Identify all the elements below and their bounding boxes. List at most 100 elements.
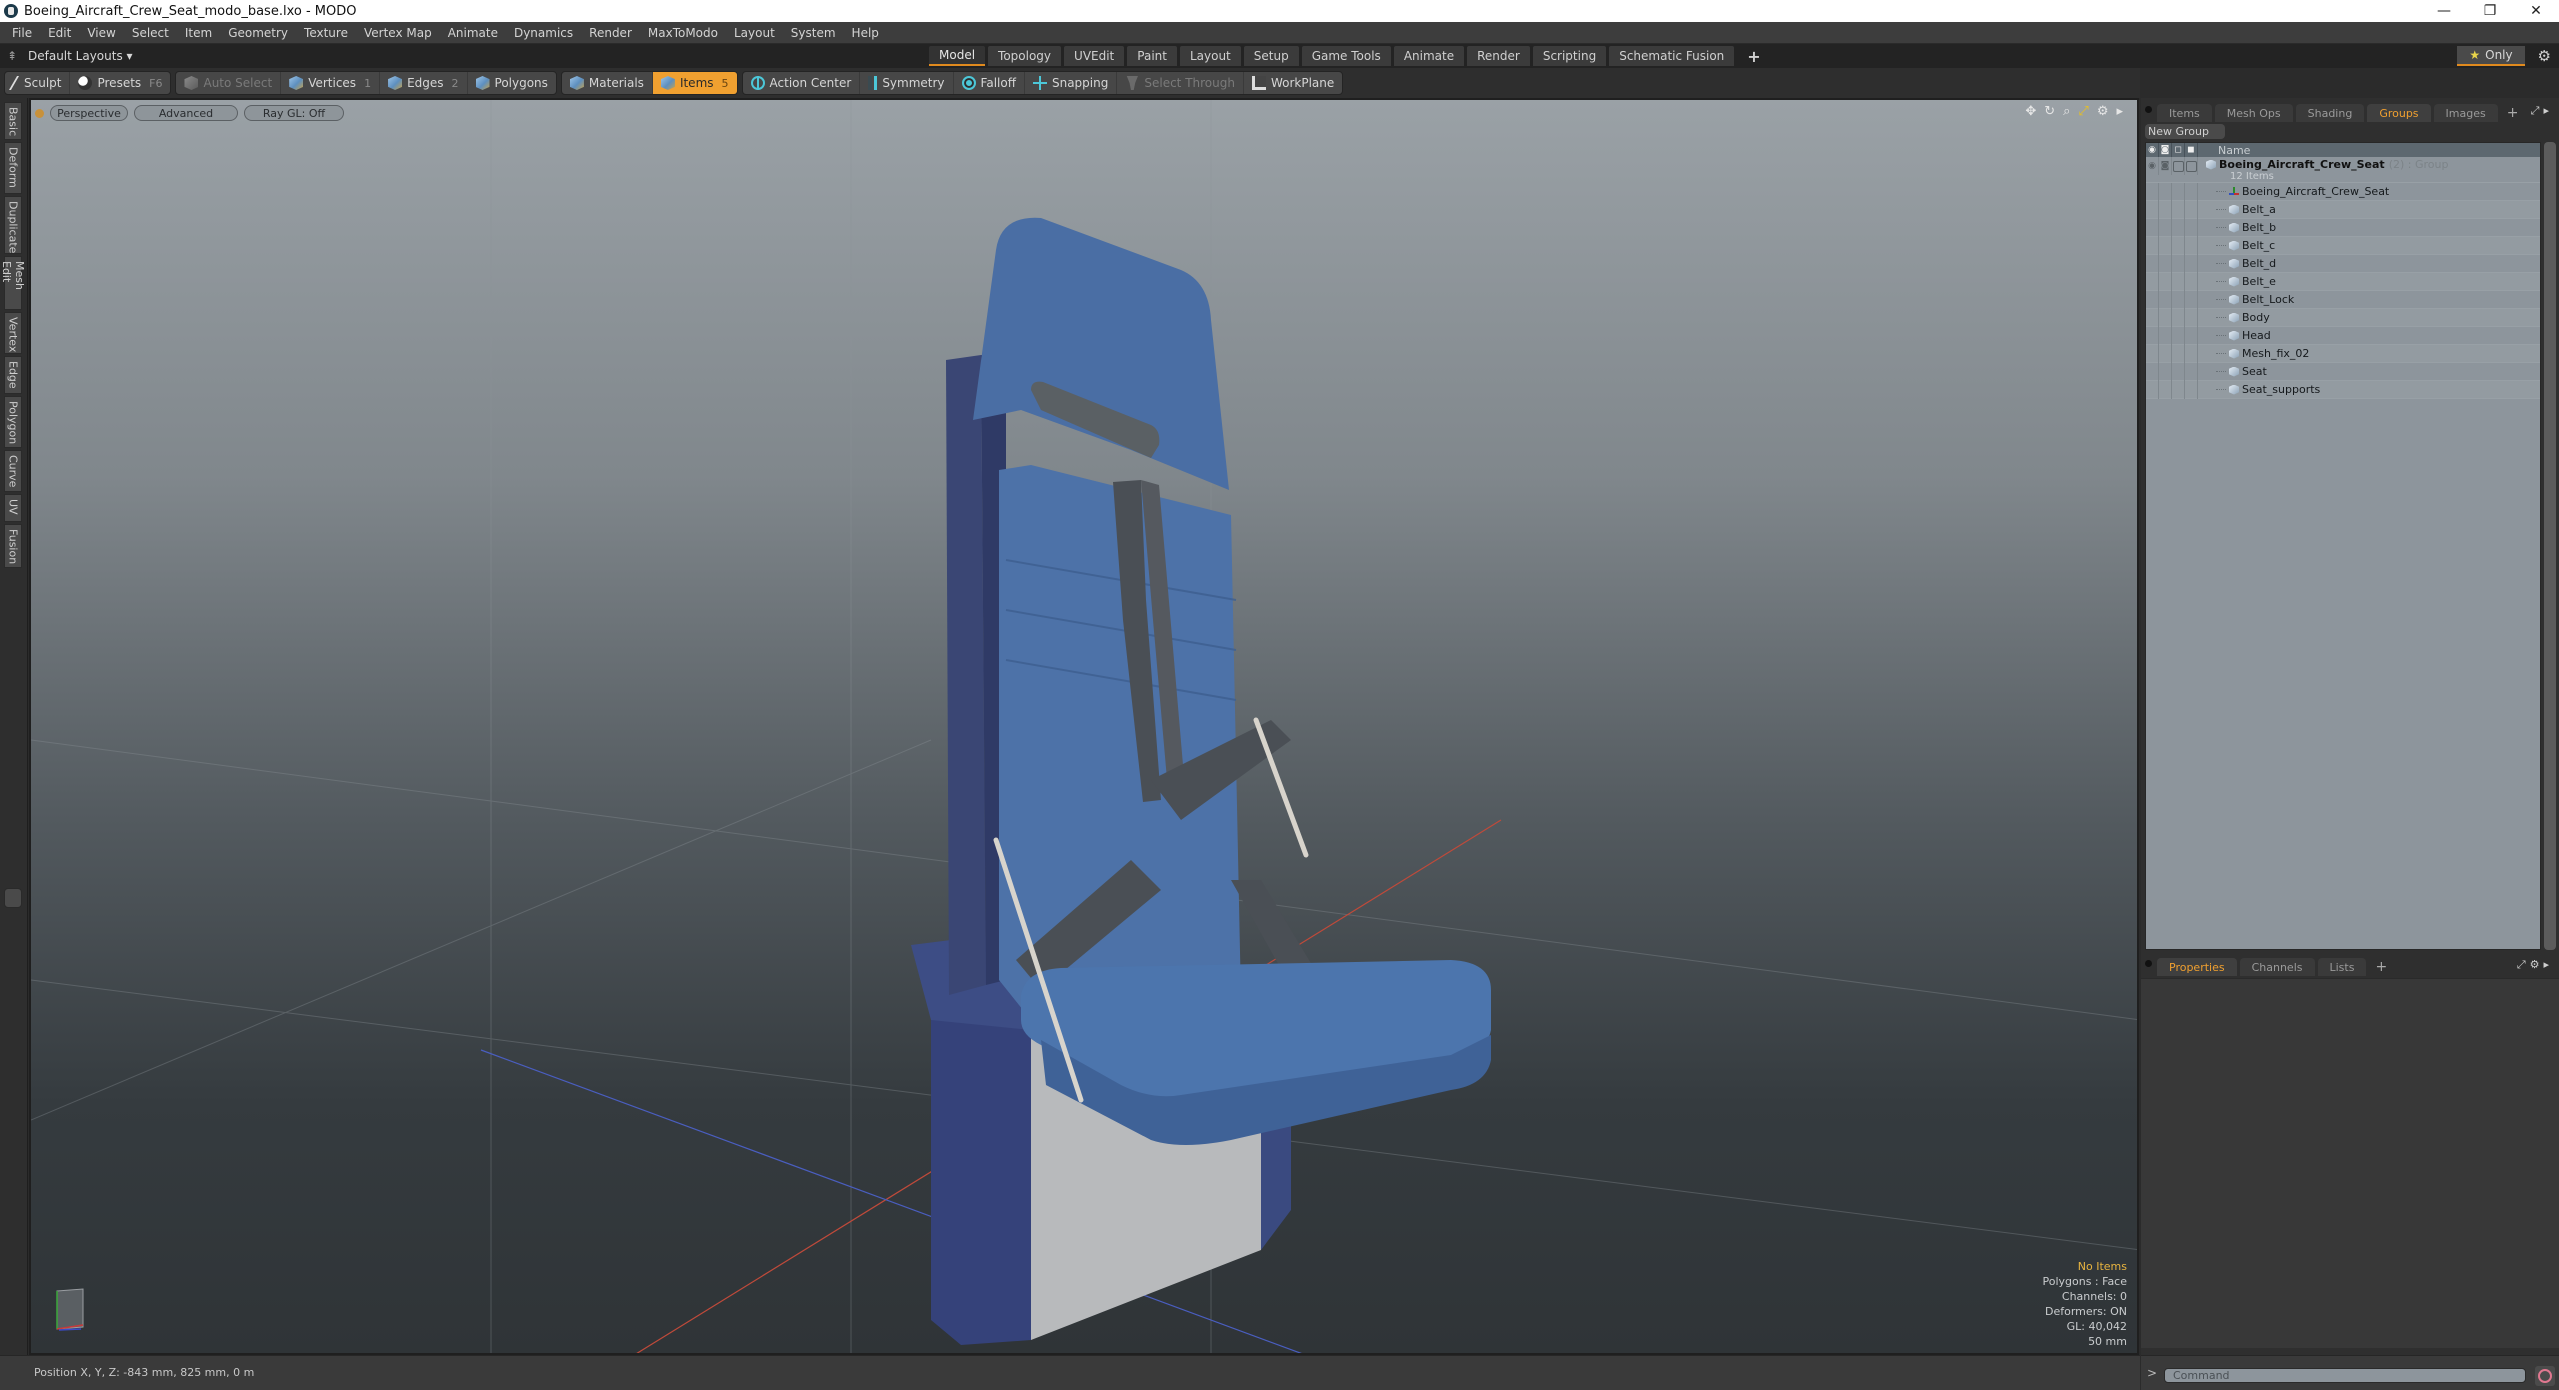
menu-vertex-map[interactable]: Vertex Map — [356, 26, 440, 40]
menu-render[interactable]: Render — [581, 26, 640, 40]
view-mode-dropdown[interactable]: Perspective — [50, 105, 128, 121]
menu-maxtomodo[interactable]: MaxToModo — [640, 26, 726, 40]
list-item[interactable]: Belt_c — [2146, 236, 2540, 255]
symmetry-button[interactable]: Symmetry — [860, 72, 954, 94]
menu-item[interactable]: Item — [177, 26, 220, 40]
render-column-icon[interactable]: ◙ — [2159, 143, 2172, 157]
viewport-options-dot[interactable] — [35, 108, 44, 118]
action-center-button[interactable]: Action Center — [743, 72, 861, 94]
tab-channels[interactable]: Channels — [2239, 958, 2315, 976]
list-item[interactable]: Belt_Lock — [2146, 290, 2540, 309]
vtab-basic[interactable]: Basic — [4, 102, 22, 140]
group-row[interactable]: ◉ ◙ Boeing_Aircraft_Crew_Seat (2) : Group… — [2146, 157, 2540, 183]
vtab-mesh-edit[interactable]: Mesh Edit — [0, 256, 26, 310]
lock-toggle[interactable] — [2172, 157, 2185, 175]
polygons-button[interactable]: Polygons — [468, 72, 556, 94]
tab-model[interactable]: Model — [929, 46, 986, 66]
tab-render[interactable]: Render — [1467, 46, 1530, 66]
list-item[interactable]: Seat — [2146, 362, 2540, 381]
list-item[interactable]: Seat_supports — [2146, 380, 2540, 399]
falloff-button[interactable]: Falloff — [954, 72, 1025, 94]
tab-animate[interactable]: Animate — [1393, 46, 1465, 66]
auto-select-button[interactable]: Auto Select — [176, 72, 282, 94]
tab-schematic-fusion[interactable]: Schematic Fusion — [1609, 46, 1735, 66]
groups-scrollbar[interactable] — [2544, 142, 2556, 950]
list-item[interactable]: Belt_d — [2146, 254, 2540, 273]
pin-icon[interactable]: ⇞ — [0, 49, 24, 63]
record-macro-icon[interactable] — [2535, 1366, 2555, 1386]
selectable-column-icon[interactable]: ◼ — [2185, 143, 2198, 157]
list-item[interactable]: Body — [2146, 308, 2540, 327]
restore-button[interactable]: ❐ — [2467, 0, 2513, 22]
viewport-gear-icon[interactable]: ⚙ — [2097, 104, 2109, 119]
command-input[interactable] — [2164, 1368, 2526, 1383]
zoom-icon[interactable]: ⌕ — [2063, 104, 2070, 119]
menu-layout[interactable]: Layout — [726, 26, 783, 40]
add-panel-tab-button[interactable]: + — [2501, 104, 2525, 122]
shading-mode-dropdown[interactable]: Advanced — [134, 105, 238, 121]
vtab-vertex[interactable]: Vertex — [4, 312, 22, 354]
viewport-menu-arrow-icon[interactable]: ▸ — [2116, 104, 2123, 119]
menu-file[interactable]: File — [4, 26, 40, 40]
new-group-button[interactable]: New Group — [2145, 124, 2225, 139]
minimize-button[interactable]: — — [2421, 0, 2467, 22]
tab-items[interactable]: Items — [2157, 104, 2212, 122]
tab-setup[interactable]: Setup — [1243, 46, 1299, 66]
menu-help[interactable]: Help — [844, 26, 887, 40]
properties-expand-icon[interactable]: ⤢⚙▸ — [2517, 958, 2553, 972]
vtab-fusion[interactable]: Fusion — [4, 524, 22, 568]
tab-shading[interactable]: Shading — [2295, 104, 2365, 122]
select-through-button[interactable]: Select Through — [1117, 72, 1244, 94]
list-item[interactable]: Mesh_fix_02 — [2146, 344, 2540, 363]
render-toggle-icon[interactable]: ◙ — [2159, 157, 2172, 175]
collapsed-panel-toggle[interactable] — [4, 888, 22, 908]
vertices-button[interactable]: Vertices 1 — [281, 72, 381, 94]
tab-properties[interactable]: Properties — [2157, 958, 2237, 976]
tab-game-tools[interactable]: Game Tools — [1301, 46, 1391, 66]
workplane-button[interactable]: WorkPlane — [1244, 72, 1342, 94]
vtab-deform[interactable]: Deform — [4, 142, 22, 194]
3d-viewport[interactable]: Perspective Advanced Ray GL: Off ✥ ↻ ⌕ ⤢… — [29, 98, 2139, 1355]
menu-geometry[interactable]: Geometry — [220, 26, 296, 40]
list-item[interactable]: Boeing_Aircraft_Crew_Seat — [2146, 182, 2540, 201]
tab-lists[interactable]: Lists — [2317, 958, 2367, 976]
add-tab-button[interactable]: + — [1737, 46, 1770, 66]
presets-button[interactable]: Presets F6 — [70, 72, 170, 94]
only-button[interactable]: ★ Only — [2457, 46, 2525, 66]
menu-edit[interactable]: Edit — [40, 26, 79, 40]
default-layouts-dropdown[interactable]: Default Layouts ▾ — [28, 49, 133, 63]
visibility-toggle-icon[interactable]: ◉ — [2146, 157, 2159, 175]
vtab-duplicate[interactable]: Duplicate — [4, 196, 22, 254]
menu-dynamics[interactable]: Dynamics — [506, 26, 581, 40]
menu-view[interactable]: View — [79, 26, 123, 40]
menu-select[interactable]: Select — [124, 26, 177, 40]
tab-scripting[interactable]: Scripting — [1532, 46, 1607, 66]
menu-system[interactable]: System — [783, 26, 844, 40]
list-item[interactable]: Belt_e — [2146, 272, 2540, 291]
vtab-edge[interactable]: Edge — [4, 356, 22, 394]
close-button[interactable]: ✕ — [2513, 0, 2559, 22]
list-item[interactable]: Belt_a — [2146, 200, 2540, 219]
gear-icon[interactable]: ⚙ — [2538, 47, 2551, 65]
snapping-button[interactable]: Snapping — [1025, 72, 1118, 94]
tab-images[interactable]: Images — [2433, 104, 2498, 122]
list-item[interactable]: Head — [2146, 326, 2540, 345]
panel-expand-icon[interactable]: ⤢▸ — [2531, 104, 2553, 118]
list-item[interactable]: Belt_b — [2146, 218, 2540, 237]
tab-uvedit[interactable]: UVEdit — [1064, 46, 1125, 66]
vtab-curve[interactable]: Curve — [4, 450, 22, 492]
raygl-toggle[interactable]: Ray GL: Off — [244, 105, 344, 121]
add-properties-tab-button[interactable]: + — [2369, 958, 2393, 976]
menu-texture[interactable]: Texture — [296, 26, 356, 40]
menu-animate[interactable]: Animate — [440, 26, 506, 40]
rotate-icon[interactable]: ↻ — [2044, 104, 2055, 119]
sculpt-button[interactable]: Sculpt — [5, 72, 71, 94]
lock-column-icon[interactable]: ◻ — [2172, 143, 2185, 157]
name-column-header[interactable]: Name — [2218, 144, 2250, 157]
tab-paint[interactable]: Paint — [1127, 46, 1177, 66]
items-button[interactable]: Items 5 — [652, 72, 737, 94]
vtab-polygon[interactable]: Polygon — [4, 396, 22, 448]
tab-mesh-ops[interactable]: Mesh Ops — [2214, 104, 2293, 122]
visibility-column-icon[interactable]: ◉ — [2146, 143, 2159, 157]
materials-button[interactable]: Materials — [562, 72, 653, 94]
